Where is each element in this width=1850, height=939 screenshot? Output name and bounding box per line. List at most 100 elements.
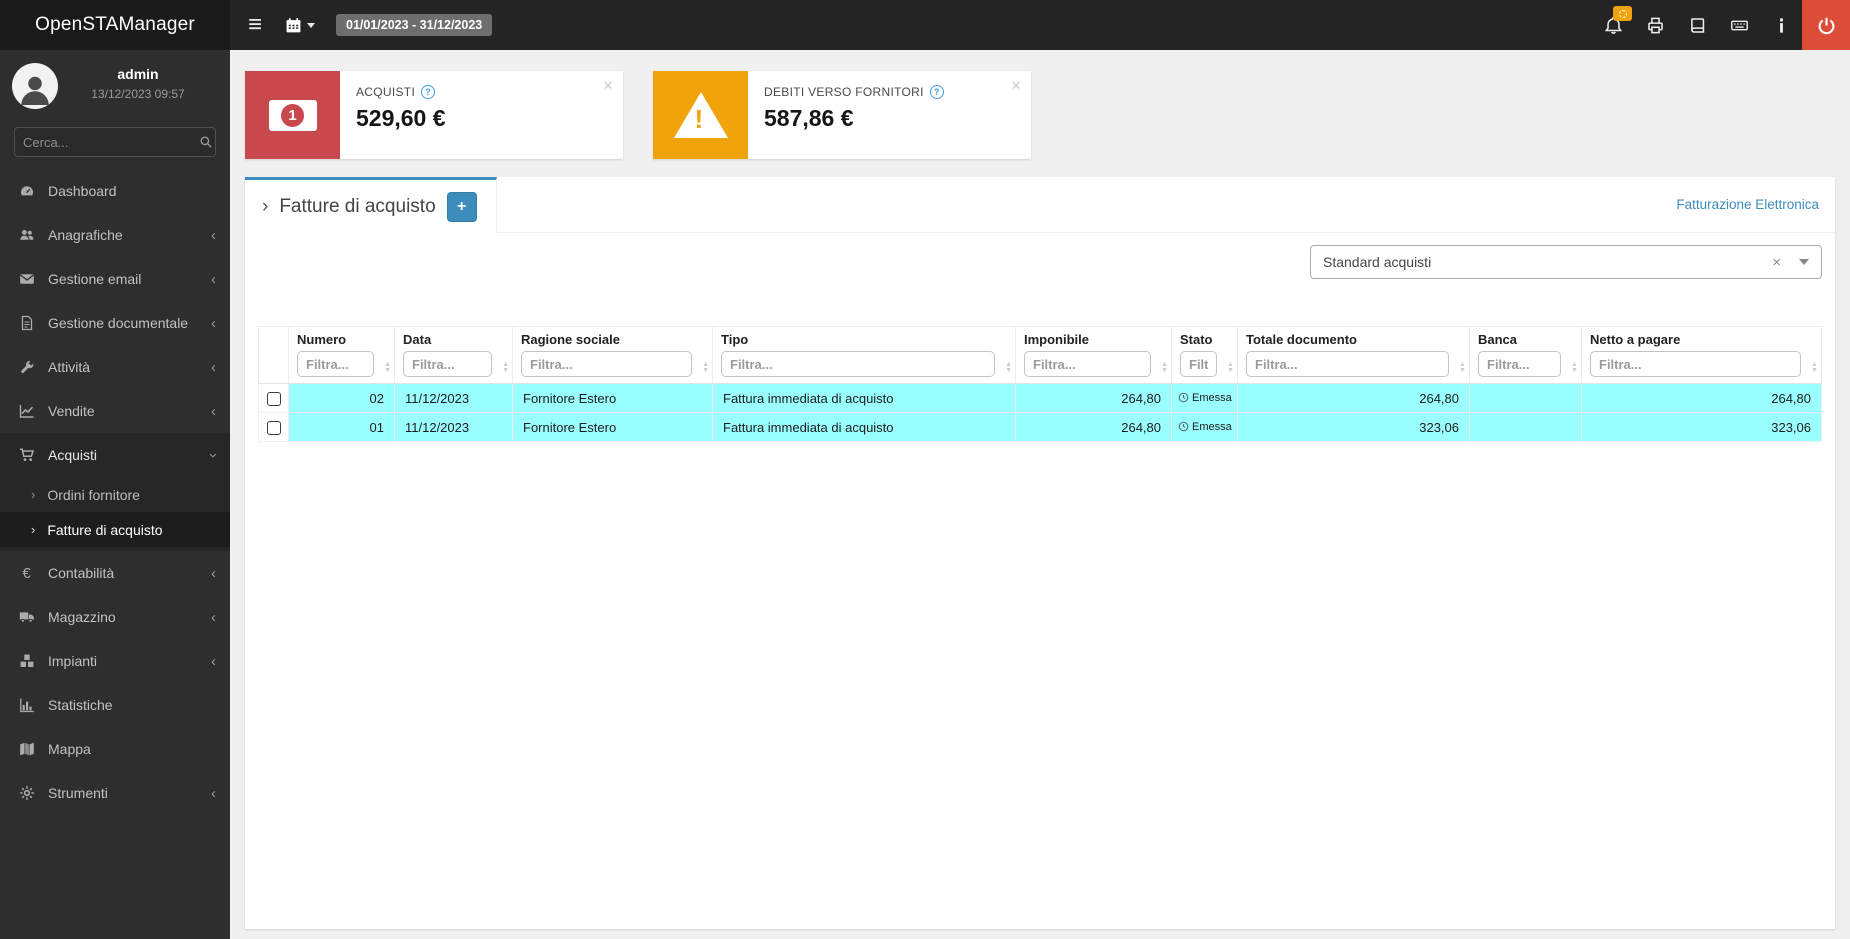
card-title: DEBITI VERSO FORNITORI: [764, 85, 924, 99]
selected-filter-value: Standard acquisti: [1323, 254, 1432, 270]
sidebar-item-gestione-documentale[interactable]: Gestione documentale: [0, 301, 230, 345]
calendar-button[interactable]: [276, 0, 324, 50]
chevron-right-icon: [31, 487, 35, 502]
sidebar-subitem-label: Ordini fornitore: [47, 486, 140, 503]
shortcuts-button[interactable]: [1718, 0, 1760, 50]
sidebar-item-contabilita[interactable]: € Contabilità: [0, 551, 230, 595]
cell-data: 11/12/2023: [394, 383, 513, 413]
cell-tipo: Fattura immediata di acquisto: [712, 412, 1016, 442]
cell-stato: Emessa: [1171, 383, 1238, 413]
filter-preset-select[interactable]: Standard acquisti: [1310, 245, 1822, 279]
printer-icon: [1647, 17, 1663, 33]
sort-icon[interactable]: [1005, 362, 1012, 374]
help-icon[interactable]: [421, 85, 436, 99]
filter-input-numero[interactable]: [297, 351, 374, 377]
filter-input-netto-a-pagare[interactable]: [1590, 351, 1801, 377]
clear-icon[interactable]: [1772, 254, 1781, 271]
sidebar-item-impianti[interactable]: Impianti: [0, 639, 230, 683]
sidebar-item-acquisti[interactable]: Acquisti: [0, 433, 230, 477]
logout-button[interactable]: [1802, 0, 1850, 50]
print-button[interactable]: [1634, 0, 1676, 50]
filter-input-stato[interactable]: [1180, 351, 1217, 377]
sidebar-item-attivita[interactable]: Attività: [0, 345, 230, 389]
sort-icon[interactable]: [1227, 362, 1234, 374]
notification-badge: [1613, 6, 1632, 21]
cell-banca: [1469, 383, 1582, 413]
column-label: Imponibile: [1024, 332, 1089, 347]
table-row[interactable]: 01 11/12/2023 Fornitore Estero Fattura i…: [258, 412, 1822, 442]
sort-icon[interactable]: [502, 362, 509, 374]
filter-input-banca[interactable]: [1478, 351, 1561, 377]
card-value: 529,60 €: [356, 105, 446, 131]
clock-icon: [1178, 421, 1189, 432]
search-icon[interactable]: [199, 135, 213, 149]
filter-input-tipo[interactable]: [721, 351, 995, 377]
sort-icon[interactable]: [1811, 362, 1818, 374]
filter-input-data[interactable]: [403, 351, 492, 377]
sidebar-item-label: Dashboard: [48, 183, 117, 199]
clock-icon: [1178, 392, 1189, 403]
sort-icon[interactable]: [1459, 362, 1466, 374]
notifications-button[interactable]: [1592, 0, 1634, 50]
card-icon-block: [245, 71, 340, 159]
filter-input-ragione-sociale[interactable]: [521, 351, 692, 377]
filter-input-imponibile[interactable]: [1024, 351, 1151, 377]
status-text: Emessa: [1192, 392, 1232, 404]
spinner-icon: [1618, 9, 1627, 18]
sidebar-item-vendite[interactable]: Vendite: [0, 389, 230, 433]
close-icon[interactable]: [1011, 76, 1021, 96]
user-datetime: 13/12/2023 09:57: [91, 87, 185, 101]
sort-icon[interactable]: [1571, 362, 1578, 374]
sidebar-item-anagrafiche[interactable]: Anagrafiche: [0, 213, 230, 257]
sidebar-subitem-ordini-fornitore[interactable]: Ordini fornitore: [0, 477, 230, 512]
envelope-icon: [17, 271, 36, 288]
card-icon-block: [653, 71, 748, 159]
status-text: Emessa: [1192, 421, 1232, 433]
column-header-netto-a-pagare: Netto a pagare: [1581, 326, 1822, 384]
tab-bar: Fatture di acquisto + Fatturazione Elett…: [245, 177, 1835, 233]
sidebar-item-label: Mappa: [48, 741, 91, 757]
sidebar-item-dashboard[interactable]: Dashboard: [0, 169, 230, 213]
column-header-data: Data: [394, 326, 513, 384]
table-row[interactable]: 02 11/12/2023 Fornitore Estero Fattura i…: [258, 383, 1822, 413]
warning-triangle-icon: [673, 92, 728, 138]
app-logo[interactable]: OpenSTAManager: [0, 0, 230, 50]
chevron-left-icon: [211, 610, 216, 625]
column-label: Banca: [1478, 332, 1518, 347]
sort-icon[interactable]: [1161, 362, 1168, 374]
date-range-badge[interactable]: 01/01/2023 - 31/12/2023: [336, 14, 493, 36]
sidebar-subitem-fatture-di-acquisto[interactable]: Fatture di acquisto: [0, 512, 230, 547]
help-icon[interactable]: [929, 85, 944, 99]
sidebar-item-statistiche[interactable]: Statistiche: [0, 683, 230, 727]
column-header-imponibile: Imponibile: [1015, 326, 1172, 384]
search-input[interactable]: [23, 134, 199, 150]
info-button[interactable]: [1760, 0, 1802, 50]
chevron-left-icon: [211, 360, 216, 375]
chevron-left-icon: [211, 654, 216, 669]
hamburger-menu-button[interactable]: [234, 0, 276, 50]
column-label: Netto a pagare: [1590, 332, 1681, 347]
manual-button[interactable]: [1676, 0, 1718, 50]
sidebar-item-label: Anagrafiche: [48, 227, 123, 243]
top-bar: OpenSTAManager 01/01/2023 - 31/12/2023: [0, 0, 1850, 50]
tab-fatture-di-acquisto[interactable]: Fatture di acquisto +: [245, 177, 497, 233]
sidebar-item-label: Impianti: [48, 653, 98, 669]
sort-icon[interactable]: [702, 362, 709, 374]
close-icon[interactable]: [603, 76, 613, 96]
sort-icon[interactable]: [384, 362, 391, 374]
chevron-left-icon: [211, 272, 216, 287]
add-invoice-button[interactable]: +: [446, 191, 477, 222]
sidebar-item-mappa[interactable]: Mappa: [0, 727, 230, 771]
row-checkbox[interactable]: [266, 420, 281, 435]
sidebar-item-gestione-email[interactable]: Gestione email: [0, 257, 230, 301]
fatturazione-elettronica-link[interactable]: Fatturazione Elettronica: [1676, 197, 1819, 212]
sidebar-item-strumenti[interactable]: Strumenti: [0, 771, 230, 815]
chevron-down-icon[interactable]: [1799, 259, 1809, 265]
top-nav: 01/01/2023 - 31/12/2023: [230, 0, 1850, 50]
banknote-icon: [268, 99, 317, 131]
sidebar-item-magazzino[interactable]: Magazzino: [0, 595, 230, 639]
row-checkbox[interactable]: [266, 391, 281, 406]
column-label: Ragione sociale: [521, 332, 620, 347]
filter-input-totale-documento[interactable]: [1246, 351, 1449, 377]
cell-totale-documento: 323,06: [1237, 412, 1470, 442]
